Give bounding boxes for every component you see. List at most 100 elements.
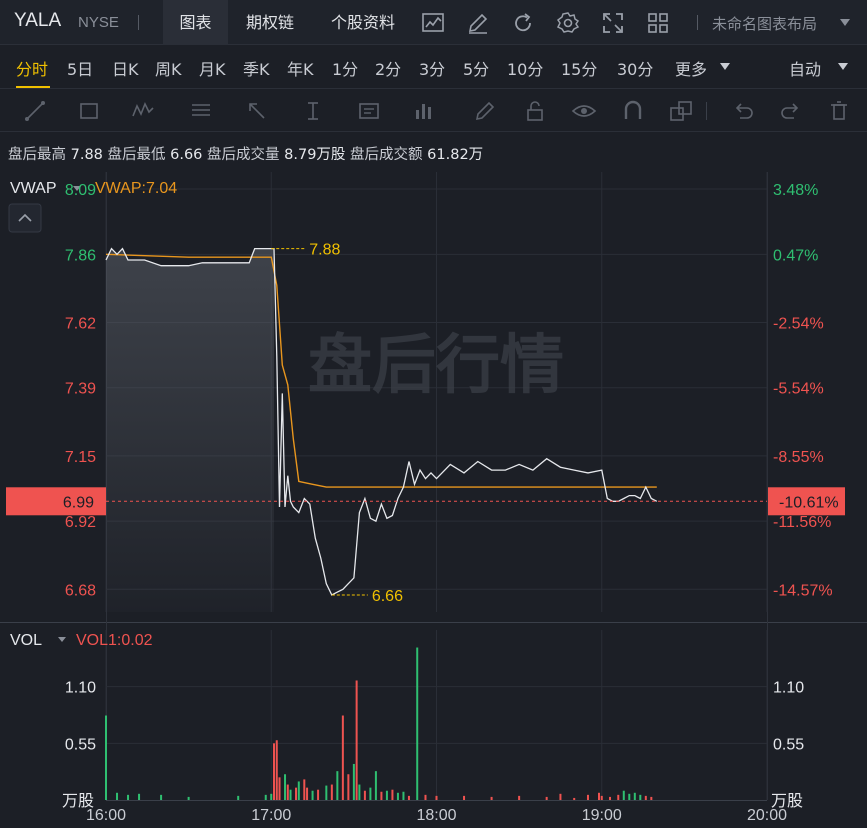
chevron-down-icon[interactable] [838, 63, 848, 71]
volume-bar [518, 795, 521, 800]
period-10min[interactable]: 10分 [507, 56, 543, 80]
volume-bar [138, 793, 141, 800]
period-5day[interactable]: 5日 [67, 56, 93, 80]
pattern-tool-icon[interactable] [130, 98, 156, 124]
volume-bar [270, 793, 273, 800]
volume-bar [644, 795, 647, 800]
volume-tick-label: 1.10 [65, 680, 96, 697]
arrow-tool-icon[interactable] [244, 98, 270, 124]
chevron-down-icon[interactable] [840, 19, 850, 27]
volume-bar [628, 793, 631, 800]
time-tick-label: 20:00 [747, 807, 787, 824]
percent-tick-label: 3.48% [773, 182, 818, 199]
layout-name-dropdown[interactable]: 未命名图表布局 [712, 13, 817, 34]
volume-bar [116, 792, 119, 800]
period-5min[interactable]: 5分 [463, 56, 489, 80]
text-cursor-tool-icon[interactable] [300, 98, 326, 124]
active-period-underline [16, 86, 50, 88]
volume-bar [303, 779, 306, 800]
price-tick-label: 7.15 [65, 449, 96, 466]
time-tick-label: 16:00 [86, 807, 126, 824]
vol-indicator-name[interactable]: VOL [10, 632, 42, 649]
high-value: 7.88 [70, 147, 103, 163]
period-intraday[interactable]: 分时 [16, 56, 48, 80]
volume-bar [407, 795, 410, 800]
layout-grid-icon[interactable] [646, 11, 670, 35]
price-tick-label: 7.39 [65, 381, 96, 398]
text-label-tool-icon[interactable] [356, 98, 382, 124]
volume-bar [573, 797, 576, 800]
volume-bars [105, 647, 653, 800]
volume-bar [286, 784, 289, 800]
period-more[interactable]: 更多 [675, 56, 707, 80]
volume-bar [617, 794, 620, 800]
time-tick-label: 18:00 [416, 807, 456, 824]
period-1min[interactable]: 1分 [332, 56, 358, 80]
chevron-down-icon[interactable] [58, 637, 66, 642]
layers-icon[interactable] [668, 98, 694, 124]
volume-bar [105, 715, 107, 800]
volume-bar [463, 795, 466, 800]
indicator-name[interactable]: VWAP [10, 180, 57, 197]
period-3min[interactable]: 3分 [419, 56, 445, 80]
volume-bar [391, 789, 394, 800]
period-15min[interactable]: 15分 [561, 56, 597, 80]
lock-icon[interactable] [522, 98, 548, 124]
period-monthly[interactable]: 月K [199, 56, 226, 80]
period-quarterly[interactable]: 季K [243, 56, 270, 80]
tab-chart[interactable]: 图表 [163, 0, 228, 45]
volume-bar [559, 793, 562, 800]
period-30min[interactable]: 30分 [617, 56, 653, 80]
undo-icon[interactable] [730, 98, 756, 124]
tab-company-profile[interactable]: 个股资料 [314, 0, 412, 45]
redo-icon[interactable] [778, 98, 804, 124]
percent-tick-label: -11.56% [773, 514, 831, 531]
volume-label: 盘后成交量 [207, 147, 280, 163]
low-label: 盘后最低 [107, 147, 166, 163]
period-weekly[interactable]: 周K [155, 56, 182, 80]
exchange-label: NYSE [78, 14, 119, 31]
volume-bar [347, 774, 350, 800]
after-hours-summary: 盘后最高 7.88 盘后最低 6.66 盘后成交量 8.79万股 盘后成交额 6… [8, 143, 483, 164]
price-chart[interactable]: 盘后行情 VWAP VWAP:7.04 8.09 7.86 7.62 7.39 7.15… [0, 168, 867, 828]
fullscreen-icon[interactable] [601, 11, 625, 35]
volume-bar [160, 794, 163, 800]
ticker-symbol[interactable]: YALA [14, 10, 61, 32]
magnet-icon[interactable] [620, 98, 646, 124]
amount-label: 盘后成交额 [350, 147, 423, 163]
edit-icon[interactable] [466, 11, 490, 35]
tab-options-chain[interactable]: 期权链 [230, 0, 310, 45]
percent-tick-label: -14.57% [773, 582, 833, 599]
refresh-icon[interactable] [511, 11, 535, 35]
scale-mode-dropdown[interactable]: 自动 [789, 56, 821, 80]
volume-bar [586, 794, 589, 800]
low-value: 6.66 [170, 147, 203, 163]
price-tick-label: 6.92 [65, 514, 96, 531]
percent-tick-label: 0.47% [773, 247, 818, 264]
settings-gear-icon[interactable] [556, 11, 580, 35]
time-tick-label: 17:00 [251, 807, 291, 824]
low-marker: 6.66 [372, 588, 403, 605]
measure-tool-icon[interactable] [410, 98, 436, 124]
volume-bar [330, 784, 333, 800]
volume-bar [416, 647, 419, 800]
chevron-down-icon[interactable] [720, 63, 730, 71]
period-yearly[interactable]: 年K [287, 56, 314, 80]
price-axis: 8.09 7.86 7.62 7.39 7.15 6.92 6.68 [65, 182, 96, 599]
period-2min[interactable]: 2分 [375, 56, 401, 80]
chart-type-icon[interactable] [421, 11, 445, 35]
eye-icon[interactable] [571, 98, 597, 124]
period-daily[interactable]: 日K [112, 56, 139, 80]
collapse-button[interactable] [8, 203, 42, 233]
fib-tool-icon[interactable] [188, 98, 214, 124]
period-bar: 分时 5日 日K 周K 月K 季K 年K 1分 2分 3分 5分 10分 15分… [0, 45, 867, 89]
rectangle-tool-icon[interactable] [76, 98, 102, 124]
pencil-icon[interactable] [472, 98, 498, 124]
price-tick-label: 7.86 [65, 247, 96, 264]
drawing-toolbar [0, 90, 867, 132]
volume-bar [363, 790, 366, 800]
trend-line-icon[interactable] [22, 98, 48, 124]
trash-icon[interactable] [826, 98, 852, 124]
volume-tick-label: 0.55 [65, 736, 96, 753]
volume-tick-label: 1.10 [773, 680, 804, 697]
